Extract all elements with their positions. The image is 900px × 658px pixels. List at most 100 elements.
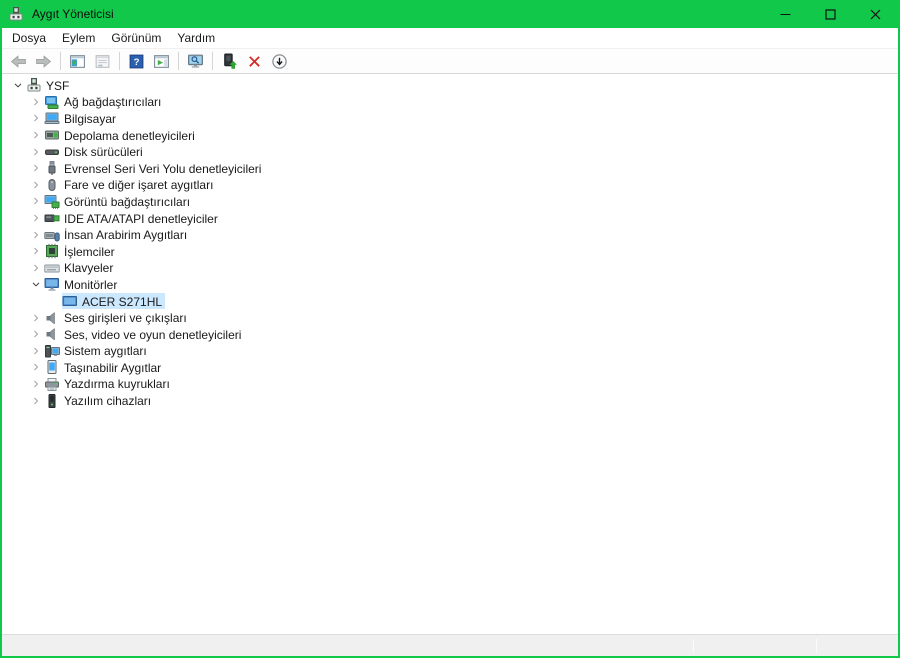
- network-adapter-icon: [44, 94, 60, 110]
- row-body[interactable]: Evrensel Seri Veri Yolu denetleyicileri: [44, 160, 264, 176]
- tree-item-ses-giri-leri-ve-k-lar[interactable]: Ses girişleri ve çıkışları: [2, 309, 898, 326]
- row-body[interactable]: Disk sürücüleri: [44, 144, 146, 160]
- row-body[interactable]: Bilgisayar: [44, 110, 119, 126]
- tree-item-sistem-ayg-tlar[interactable]: Sistem aygıtları: [2, 343, 898, 360]
- tree-item-label: Taşınabilir Aygıtlar: [64, 360, 162, 375]
- chevron-right-icon[interactable]: [28, 110, 44, 126]
- chevron-right-icon[interactable]: [28, 359, 44, 375]
- chevron-right-icon[interactable]: [28, 310, 44, 326]
- back-arrow-icon: [10, 53, 27, 70]
- show-action-pane-button[interactable]: [149, 50, 174, 72]
- row-body[interactable]: Görüntü bağdaştırıcıları: [44, 193, 193, 210]
- row-body[interactable]: Taşınabilir Aygıtlar: [44, 359, 164, 375]
- menu-item-dosya[interactable]: Dosya: [4, 29, 54, 47]
- chevron-right-icon[interactable]: [28, 376, 44, 392]
- tree-item-evrensel-seri-veri-yolu-denetleyicileri[interactable]: Evrensel Seri Veri Yolu denetleyicileri: [2, 160, 898, 177]
- chevron-right-icon[interactable]: [28, 326, 44, 342]
- row-body[interactable]: IDE ATA/ATAPI denetleyiciler: [44, 210, 221, 226]
- tree-item-label: Yazılım cihazları: [64, 394, 152, 409]
- tree-item-i-lemciler[interactable]: İşlemciler: [2, 243, 898, 260]
- tree-item-disk-s-r-c-leri[interactable]: Disk sürücüleri: [2, 143, 898, 160]
- update-driver-button[interactable]: [217, 50, 242, 72]
- row-body[interactable]: Monitörler: [44, 276, 120, 292]
- tree-item-label: Bilgisayar: [64, 111, 117, 126]
- scan-hardware-changes-button[interactable]: [183, 50, 208, 72]
- menu-item-eylem[interactable]: Eylem: [54, 29, 103, 47]
- tree-item-label: Fare ve diğer işaret aygıtları: [64, 178, 214, 193]
- tree-item-yaz-l-m-cihazlar[interactable]: Yazılım cihazları: [2, 392, 898, 409]
- tree-item-label: Monitörler: [64, 277, 118, 292]
- tree-item-ses-video-ve-oyun-denetleyicileri[interactable]: Ses, video ve oyun denetleyicileri: [2, 326, 898, 343]
- processor-icon: [44, 243, 60, 259]
- help-button[interactable]: ?: [124, 50, 149, 72]
- row-body[interactable]: Ağ bağdaştırıcıları: [44, 94, 164, 110]
- chevron-right-icon[interactable]: [28, 227, 44, 243]
- chevron-down-icon[interactable]: [10, 77, 26, 93]
- tree-item-g-r-nt-ba-da-t-r-c-lar[interactable]: Görüntü bağdaştırıcıları: [2, 193, 898, 210]
- chevron-right-icon[interactable]: [28, 193, 44, 209]
- row-body[interactable]: Yazılım cihazları: [44, 393, 154, 409]
- chevron-right-icon[interactable]: [28, 127, 44, 143]
- computer-icon: [44, 110, 60, 126]
- device-manager-icon: [26, 77, 42, 93]
- selected-row-body[interactable]: ACER S271HL: [62, 293, 166, 310]
- row-body[interactable]: Depolama denetleyicileri: [44, 127, 198, 143]
- tree-item-ta-nabilir-ayg-tlar[interactable]: Taşınabilir Aygıtlar: [2, 359, 898, 376]
- keyboard-icon: [44, 260, 60, 276]
- forward-button[interactable]: [31, 50, 56, 72]
- maximize-icon: [825, 8, 836, 20]
- speaker-icon: [44, 310, 60, 326]
- minimize-button[interactable]: [763, 0, 808, 28]
- row-body[interactable]: Klavyeler: [44, 260, 116, 276]
- chevron-right-icon[interactable]: [28, 243, 44, 259]
- help-icon: ?: [128, 53, 145, 70]
- menubar: Dosya Eylem Görünüm Yardım: [2, 28, 898, 49]
- tree-item-depolama-denetleyicileri[interactable]: Depolama denetleyicileri: [2, 127, 898, 144]
- statusbar-separator: [693, 639, 694, 653]
- menu-item-yardım[interactable]: Yardım: [169, 29, 223, 47]
- chevron-down-icon[interactable]: [28, 276, 44, 292]
- properties-icon: [94, 53, 111, 70]
- tree-item-label: İşlemciler: [64, 244, 115, 259]
- tree-item-ysf[interactable]: YSF: [2, 77, 898, 94]
- chevron-right-icon[interactable]: [28, 393, 44, 409]
- row-body[interactable]: Ses, video ve oyun denetleyicileri: [44, 326, 244, 342]
- chevron-right-icon[interactable]: [28, 260, 44, 276]
- row-body[interactable]: İnsan Arabirim Aygıtları: [44, 227, 190, 243]
- show-console-tree-button[interactable]: [65, 50, 90, 72]
- tree-item-i-nsan-arabirim-ayg-tlar[interactable]: İnsan Arabirim Aygıtları: [2, 226, 898, 243]
- row-body[interactable]: Fare ve diğer işaret aygıtları: [44, 177, 216, 193]
- tree-item-label: IDE ATA/ATAPI denetleyiciler: [64, 211, 218, 226]
- storage-controller-icon: [44, 127, 60, 143]
- toolbar-separator: [60, 52, 61, 70]
- properties-button[interactable]: [90, 50, 115, 72]
- chevron-right-icon[interactable]: [28, 160, 44, 176]
- chevron-right-icon[interactable]: [28, 144, 44, 160]
- chevron-right-icon[interactable]: [28, 177, 44, 193]
- row-body[interactable]: Sistem aygıtları: [44, 343, 150, 359]
- chevron-right-icon[interactable]: [28, 343, 44, 359]
- tree-item-yazd-rma-kuyruklar[interactable]: Yazdırma kuyrukları: [2, 376, 898, 393]
- row-body[interactable]: Ses girişleri ve çıkışları: [44, 310, 190, 326]
- menu-item-görünüm[interactable]: Görünüm: [103, 29, 169, 47]
- row-body[interactable]: YSF: [26, 77, 72, 93]
- back-button[interactable]: [6, 50, 31, 72]
- tree-item-acer-s271hl[interactable]: ACER S271HL: [2, 293, 898, 310]
- maximize-button[interactable]: [808, 0, 853, 28]
- tree-item-a-ba-da-t-r-c-lar[interactable]: Ağ bağdaştırıcıları: [2, 94, 898, 111]
- row-body[interactable]: İşlemciler: [44, 243, 118, 259]
- row-body[interactable]: Yazdırma kuyrukları: [44, 376, 173, 392]
- close-button[interactable]: [853, 0, 898, 28]
- tree-item-klavyeler[interactable]: Klavyeler: [2, 260, 898, 277]
- device-manager-window: Aygıt Yöneticisi Dosya Eylem Görünüm Yardım…: [0, 0, 900, 658]
- toolbar-separator: [178, 52, 179, 70]
- tree-item-bilgisayar[interactable]: Bilgisayar: [2, 110, 898, 127]
- tree-item-fare-ve-di-er-i-aret-ayg-tlar[interactable]: Fare ve diğer işaret aygıtları: [2, 177, 898, 194]
- chevron-right-icon[interactable]: [28, 94, 44, 110]
- tree-item-ide-ata-atapi-denetleyiciler[interactable]: IDE ATA/ATAPI denetleyiciler: [2, 210, 898, 227]
- tree-item-monit-rler[interactable]: Monitörler: [2, 276, 898, 293]
- disable-device-button[interactable]: [267, 50, 292, 72]
- uninstall-device-button[interactable]: [242, 50, 267, 72]
- chevron-right-icon[interactable]: [28, 210, 44, 226]
